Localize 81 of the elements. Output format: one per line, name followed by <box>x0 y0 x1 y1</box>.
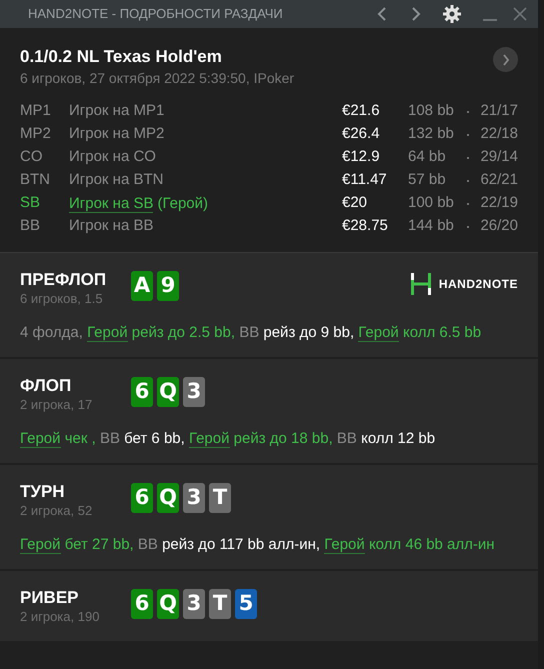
player-name: Игрок на BTN <box>69 170 164 190</box>
playing-card: T <box>209 589 231 619</box>
street-info: 2 игрока, 52 <box>20 502 94 519</box>
stack-bb: 132 bb <box>408 124 455 144</box>
player-name: Игрок на CO <box>69 147 156 168</box>
player-name: Игрок на BB <box>69 216 154 236</box>
stack-amount: €26.4 <box>342 124 381 144</box>
chevron-right-icon <box>502 54 510 66</box>
street-name: ТУРН <box>20 481 66 502</box>
chevron-right-icon <box>411 7 421 21</box>
next-hand-button[interactable] <box>493 47 518 72</box>
stack-bb: 144 bb <box>408 216 455 236</box>
separator-dot-icon <box>467 202 469 204</box>
street-info: 2 игрока, 190 <box>20 608 100 625</box>
player-stats: 22/19 <box>479 193 518 214</box>
player-link[interactable]: Герой <box>324 536 365 554</box>
stack-amount: €11.47 <box>342 170 388 190</box>
stack-amount: €20 <box>342 193 368 214</box>
action-line: Герой чек , BB бет 6 bb, Герой рейз до 18 bb, BB колл 12 bb <box>20 429 436 450</box>
player-name: Игрок на MP1 <box>69 101 164 122</box>
playing-card: 9 <box>157 271 179 301</box>
stack-amount: €21.6 <box>342 101 381 122</box>
separator-dot-icon <box>467 180 469 182</box>
playing-card: Q <box>157 483 179 513</box>
player-link[interactable]: Герой <box>358 324 399 342</box>
position-label: BB <box>20 216 42 236</box>
position-label: MP2 <box>20 124 52 144</box>
stack-bb: 57 bb <box>408 170 447 190</box>
position-label: SB <box>20 193 42 214</box>
stack-amount: €28.75 <box>342 216 389 236</box>
playing-card: T <box>209 483 231 513</box>
playing-card: 6 <box>131 377 153 407</box>
player-link[interactable]: Герой <box>20 536 61 554</box>
player-stats: 22/18 <box>479 124 518 144</box>
hand-title: 0.1/0.2 NL Texas Hold'em <box>20 46 223 68</box>
street-name: ПРЕФЛОП <box>20 269 108 290</box>
player-link[interactable]: Герой <box>20 430 61 448</box>
player-stats: 21/17 <box>479 101 518 122</box>
action-line: 4 фолда, Герой рейз до 2.5 bb, BB рейз до 9 bb, Герой колл 6.5 bb <box>20 323 482 344</box>
action-line: Герой бет 27 bb, BB рейз до 117 bb алл-ин, Герой колл 46 bb алл-ин <box>20 535 496 556</box>
playing-card: 3 <box>183 589 205 619</box>
logo-icon <box>410 273 431 295</box>
playing-card: A <box>131 271 153 301</box>
position-label: CO <box>20 147 44 168</box>
street-name: ФЛОП <box>20 375 72 396</box>
playing-card: Q <box>157 377 179 407</box>
position-label: BTN <box>20 170 51 190</box>
separator-dot-icon <box>467 110 469 112</box>
minimize-icon <box>483 19 497 21</box>
close-icon <box>513 7 527 21</box>
player-stats: 62/21 <box>479 170 518 190</box>
hand-subtitle: 6 игроков, 27 октября 2022 5:39:50, IPoker <box>20 69 296 88</box>
stack-bb: 64 bb <box>408 147 447 168</box>
settings-icon <box>443 5 461 23</box>
playing-card: 6 <box>131 483 153 513</box>
separator-dot-icon <box>467 226 469 228</box>
separator-dot-icon <box>467 156 469 158</box>
chevron-left-icon <box>377 7 387 21</box>
stack-amount: €12.9 <box>342 147 381 168</box>
street-name: РИВЕР <box>20 587 80 608</box>
settings-button[interactable] <box>440 2 464 26</box>
stack-bb: 108 bb <box>408 101 455 122</box>
player-name: Игрок на MP2 <box>69 124 164 144</box>
window-title: HAND2NOTE - ПОДРОБНОСТИ РАЗДАЧИ <box>28 5 284 24</box>
street-info: 6 игроков, 1.5 <box>20 290 104 307</box>
player-link[interactable]: Герой <box>188 430 230 448</box>
stack-bb: 100 bb <box>408 193 455 214</box>
player-stats: 26/20 <box>479 216 518 236</box>
street-info: 2 игрока, 17 <box>20 396 94 413</box>
player-link[interactable]: Герой <box>87 324 128 342</box>
player-stats: 29/14 <box>479 147 518 168</box>
playing-card: 3 <box>183 377 205 407</box>
playing-card: Q <box>157 589 179 619</box>
playing-card: 3 <box>183 483 205 513</box>
logo-text: HAND2NOTE <box>438 276 518 293</box>
separator-dot-icon <box>467 134 469 136</box>
playing-card: 6 <box>131 589 153 619</box>
player-link[interactable]: Игрок на SB <box>69 194 154 212</box>
position-label: MP1 <box>20 101 52 122</box>
hero-tag: (Герой) <box>157 194 208 212</box>
playing-card: 5 <box>235 589 257 619</box>
